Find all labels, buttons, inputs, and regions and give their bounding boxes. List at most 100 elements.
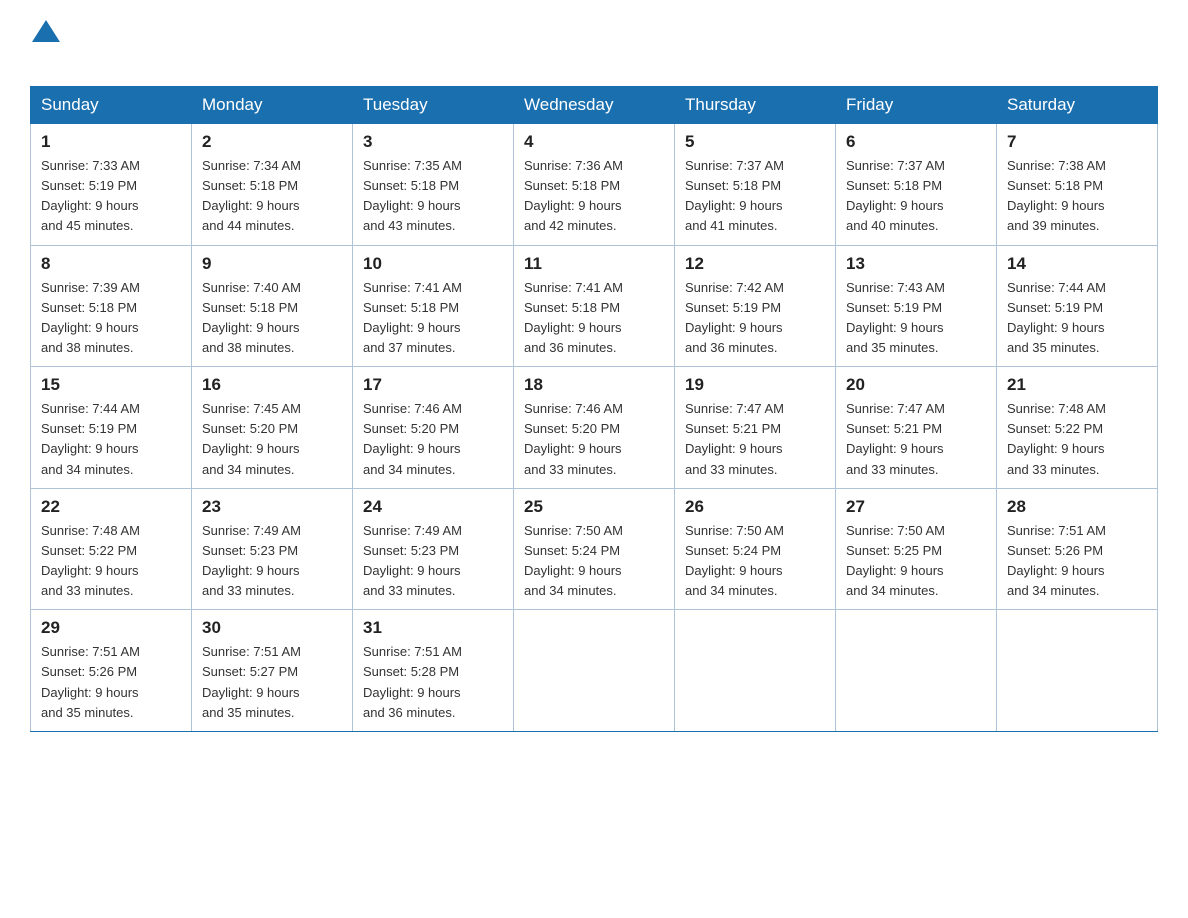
page-header bbox=[30, 20, 1158, 68]
calendar-cell: 1 Sunrise: 7:33 AMSunset: 5:19 PMDayligh… bbox=[31, 124, 192, 246]
calendar-cell: 7 Sunrise: 7:38 AMSunset: 5:18 PMDayligh… bbox=[997, 124, 1158, 246]
day-number: 30 bbox=[202, 618, 342, 638]
calendar-cell: 19 Sunrise: 7:47 AMSunset: 5:21 PMDaylig… bbox=[675, 367, 836, 489]
calendar-table: SundayMondayTuesdayWednesdayThursdayFrid… bbox=[30, 86, 1158, 732]
day-info: Sunrise: 7:51 AMSunset: 5:26 PMDaylight:… bbox=[1007, 523, 1106, 598]
day-number: 10 bbox=[363, 254, 503, 274]
day-info: Sunrise: 7:48 AMSunset: 5:22 PMDaylight:… bbox=[41, 523, 140, 598]
day-number: 13 bbox=[846, 254, 986, 274]
day-info: Sunrise: 7:51 AMSunset: 5:27 PMDaylight:… bbox=[202, 644, 301, 719]
day-number: 1 bbox=[41, 132, 181, 152]
calendar-week-row: 22 Sunrise: 7:48 AMSunset: 5:22 PMDaylig… bbox=[31, 488, 1158, 610]
logo bbox=[30, 20, 60, 68]
day-info: Sunrise: 7:40 AMSunset: 5:18 PMDaylight:… bbox=[202, 280, 301, 355]
day-info: Sunrise: 7:33 AMSunset: 5:19 PMDaylight:… bbox=[41, 158, 140, 233]
day-number: 2 bbox=[202, 132, 342, 152]
weekday-header-sunday: Sunday bbox=[31, 87, 192, 124]
calendar-week-row: 29 Sunrise: 7:51 AMSunset: 5:26 PMDaylig… bbox=[31, 610, 1158, 732]
day-number: 6 bbox=[846, 132, 986, 152]
calendar-cell: 22 Sunrise: 7:48 AMSunset: 5:22 PMDaylig… bbox=[31, 488, 192, 610]
day-number: 29 bbox=[41, 618, 181, 638]
day-number: 12 bbox=[685, 254, 825, 274]
calendar-cell: 30 Sunrise: 7:51 AMSunset: 5:27 PMDaylig… bbox=[192, 610, 353, 732]
day-number: 22 bbox=[41, 497, 181, 517]
calendar-cell: 21 Sunrise: 7:48 AMSunset: 5:22 PMDaylig… bbox=[997, 367, 1158, 489]
calendar-week-row: 1 Sunrise: 7:33 AMSunset: 5:19 PMDayligh… bbox=[31, 124, 1158, 246]
logo-triangle-icon bbox=[32, 20, 60, 42]
day-info: Sunrise: 7:49 AMSunset: 5:23 PMDaylight:… bbox=[202, 523, 301, 598]
day-info: Sunrise: 7:41 AMSunset: 5:18 PMDaylight:… bbox=[524, 280, 623, 355]
weekday-header-monday: Monday bbox=[192, 87, 353, 124]
calendar-week-row: 8 Sunrise: 7:39 AMSunset: 5:18 PMDayligh… bbox=[31, 245, 1158, 367]
day-info: Sunrise: 7:48 AMSunset: 5:22 PMDaylight:… bbox=[1007, 401, 1106, 476]
calendar-cell: 24 Sunrise: 7:49 AMSunset: 5:23 PMDaylig… bbox=[353, 488, 514, 610]
calendar-cell: 4 Sunrise: 7:36 AMSunset: 5:18 PMDayligh… bbox=[514, 124, 675, 246]
day-number: 31 bbox=[363, 618, 503, 638]
day-info: Sunrise: 7:47 AMSunset: 5:21 PMDaylight:… bbox=[685, 401, 784, 476]
calendar-cell: 18 Sunrise: 7:46 AMSunset: 5:20 PMDaylig… bbox=[514, 367, 675, 489]
day-info: Sunrise: 7:50 AMSunset: 5:24 PMDaylight:… bbox=[685, 523, 784, 598]
calendar-cell: 16 Sunrise: 7:45 AMSunset: 5:20 PMDaylig… bbox=[192, 367, 353, 489]
day-info: Sunrise: 7:44 AMSunset: 5:19 PMDaylight:… bbox=[41, 401, 140, 476]
weekday-header-saturday: Saturday bbox=[997, 87, 1158, 124]
day-info: Sunrise: 7:41 AMSunset: 5:18 PMDaylight:… bbox=[363, 280, 462, 355]
day-info: Sunrise: 7:47 AMSunset: 5:21 PMDaylight:… bbox=[846, 401, 945, 476]
weekday-header-wednesday: Wednesday bbox=[514, 87, 675, 124]
day-info: Sunrise: 7:37 AMSunset: 5:18 PMDaylight:… bbox=[846, 158, 945, 233]
day-number: 11 bbox=[524, 254, 664, 274]
calendar-cell: 26 Sunrise: 7:50 AMSunset: 5:24 PMDaylig… bbox=[675, 488, 836, 610]
calendar-cell bbox=[675, 610, 836, 732]
day-info: Sunrise: 7:43 AMSunset: 5:19 PMDaylight:… bbox=[846, 280, 945, 355]
calendar-cell: 11 Sunrise: 7:41 AMSunset: 5:18 PMDaylig… bbox=[514, 245, 675, 367]
weekday-header-friday: Friday bbox=[836, 87, 997, 124]
day-number: 3 bbox=[363, 132, 503, 152]
day-number: 28 bbox=[1007, 497, 1147, 517]
day-info: Sunrise: 7:46 AMSunset: 5:20 PMDaylight:… bbox=[363, 401, 462, 476]
day-number: 19 bbox=[685, 375, 825, 395]
day-number: 25 bbox=[524, 497, 664, 517]
calendar-cell: 23 Sunrise: 7:49 AMSunset: 5:23 PMDaylig… bbox=[192, 488, 353, 610]
calendar-cell: 6 Sunrise: 7:37 AMSunset: 5:18 PMDayligh… bbox=[836, 124, 997, 246]
calendar-cell: 10 Sunrise: 7:41 AMSunset: 5:18 PMDaylig… bbox=[353, 245, 514, 367]
day-number: 14 bbox=[1007, 254, 1147, 274]
weekday-header-thursday: Thursday bbox=[675, 87, 836, 124]
day-number: 7 bbox=[1007, 132, 1147, 152]
day-info: Sunrise: 7:36 AMSunset: 5:18 PMDaylight:… bbox=[524, 158, 623, 233]
calendar-cell: 31 Sunrise: 7:51 AMSunset: 5:28 PMDaylig… bbox=[353, 610, 514, 732]
day-info: Sunrise: 7:34 AMSunset: 5:18 PMDaylight:… bbox=[202, 158, 301, 233]
day-number: 24 bbox=[363, 497, 503, 517]
calendar-cell bbox=[514, 610, 675, 732]
calendar-cell: 20 Sunrise: 7:47 AMSunset: 5:21 PMDaylig… bbox=[836, 367, 997, 489]
day-info: Sunrise: 7:44 AMSunset: 5:19 PMDaylight:… bbox=[1007, 280, 1106, 355]
calendar-cell: 14 Sunrise: 7:44 AMSunset: 5:19 PMDaylig… bbox=[997, 245, 1158, 367]
day-info: Sunrise: 7:51 AMSunset: 5:28 PMDaylight:… bbox=[363, 644, 462, 719]
day-number: 5 bbox=[685, 132, 825, 152]
weekday-header-tuesday: Tuesday bbox=[353, 87, 514, 124]
day-info: Sunrise: 7:42 AMSunset: 5:19 PMDaylight:… bbox=[685, 280, 784, 355]
calendar-cell bbox=[997, 610, 1158, 732]
calendar-cell: 13 Sunrise: 7:43 AMSunset: 5:19 PMDaylig… bbox=[836, 245, 997, 367]
day-number: 17 bbox=[363, 375, 503, 395]
day-info: Sunrise: 7:50 AMSunset: 5:25 PMDaylight:… bbox=[846, 523, 945, 598]
day-number: 9 bbox=[202, 254, 342, 274]
day-number: 8 bbox=[41, 254, 181, 274]
day-info: Sunrise: 7:50 AMSunset: 5:24 PMDaylight:… bbox=[524, 523, 623, 598]
day-info: Sunrise: 7:51 AMSunset: 5:26 PMDaylight:… bbox=[41, 644, 140, 719]
day-info: Sunrise: 7:49 AMSunset: 5:23 PMDaylight:… bbox=[363, 523, 462, 598]
weekday-header-row: SundayMondayTuesdayWednesdayThursdayFrid… bbox=[31, 87, 1158, 124]
calendar-cell: 5 Sunrise: 7:37 AMSunset: 5:18 PMDayligh… bbox=[675, 124, 836, 246]
calendar-cell: 3 Sunrise: 7:35 AMSunset: 5:18 PMDayligh… bbox=[353, 124, 514, 246]
calendar-cell: 29 Sunrise: 7:51 AMSunset: 5:26 PMDaylig… bbox=[31, 610, 192, 732]
day-info: Sunrise: 7:39 AMSunset: 5:18 PMDaylight:… bbox=[41, 280, 140, 355]
day-number: 21 bbox=[1007, 375, 1147, 395]
calendar-week-row: 15 Sunrise: 7:44 AMSunset: 5:19 PMDaylig… bbox=[31, 367, 1158, 489]
day-number: 20 bbox=[846, 375, 986, 395]
calendar-cell bbox=[836, 610, 997, 732]
day-number: 15 bbox=[41, 375, 181, 395]
calendar-cell: 25 Sunrise: 7:50 AMSunset: 5:24 PMDaylig… bbox=[514, 488, 675, 610]
calendar-cell: 9 Sunrise: 7:40 AMSunset: 5:18 PMDayligh… bbox=[192, 245, 353, 367]
day-number: 26 bbox=[685, 497, 825, 517]
day-number: 16 bbox=[202, 375, 342, 395]
day-number: 18 bbox=[524, 375, 664, 395]
day-info: Sunrise: 7:45 AMSunset: 5:20 PMDaylight:… bbox=[202, 401, 301, 476]
